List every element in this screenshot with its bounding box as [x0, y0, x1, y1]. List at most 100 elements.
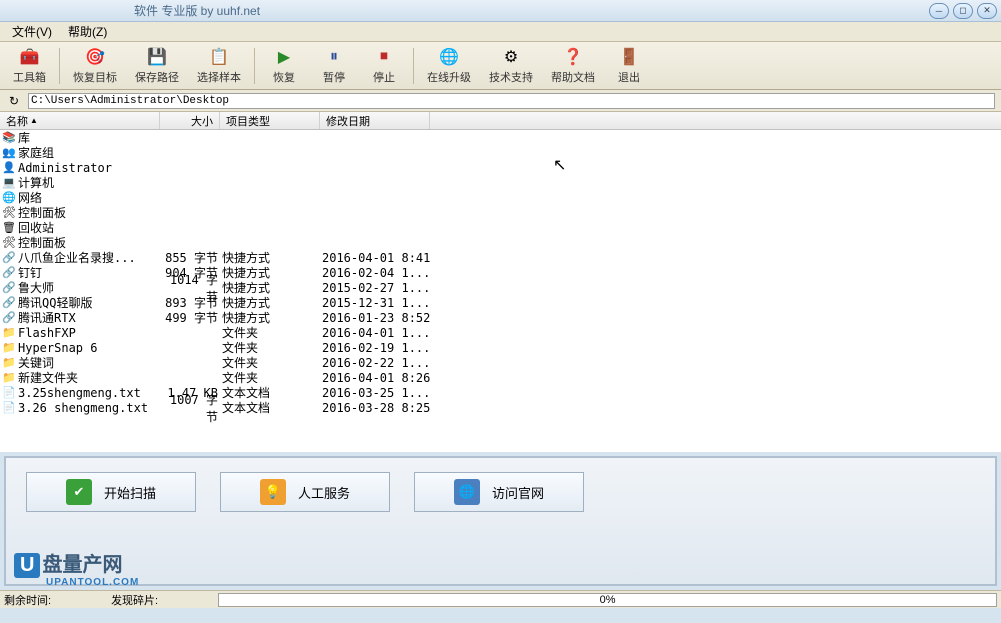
file-name: 腾讯通RTX — [18, 309, 162, 326]
file-date: 2016-03-25 1... — [322, 386, 432, 400]
file-icon: 📁 — [2, 356, 16, 370]
table-row[interactable]: 💻计算机 — [0, 175, 1001, 190]
visit-website-button[interactable]: 🌐 访问官网 — [414, 472, 584, 512]
file-icon: 🔗 — [2, 311, 16, 325]
progress-bar: 0% — [218, 593, 997, 607]
table-row[interactable]: 📁新建文件夹文件夹2016-04-01 8:26 — [0, 370, 1001, 385]
file-icon: 📄 — [2, 386, 16, 400]
remaining-label: 剩余时间: — [4, 592, 51, 608]
close-button[interactable]: ✕ — [977, 3, 997, 19]
pause-button[interactable]: ⏸ 暂停 — [309, 44, 359, 88]
globe-icon: 🌐 — [439, 47, 459, 67]
col-size[interactable]: 大小 — [160, 112, 220, 129]
gear-icon: ⚙ — [501, 47, 521, 67]
file-icon: 🛠 — [2, 206, 16, 220]
file-icon: 📁 — [2, 341, 16, 355]
file-name: 3.26 shengmeng.txt — [18, 401, 162, 415]
status-bar: 剩余时间: 发现碎片: 0% — [0, 590, 1001, 608]
file-type: 文本文档 — [222, 399, 322, 416]
file-icon: 👤 — [2, 161, 16, 175]
file-icon: 👥 — [2, 146, 16, 160]
file-name: Administrator — [18, 161, 162, 175]
table-row[interactable]: 🌐网络 — [0, 190, 1001, 205]
minimize-button[interactable]: ─ — [929, 3, 949, 19]
file-date: 2015-12-31 1... — [322, 296, 432, 310]
target-icon: 🎯 — [85, 47, 105, 67]
table-row[interactable]: 📄3.25shengmeng.txt1.47 KB文本文档2016-03-25 … — [0, 385, 1001, 400]
manual-service-button[interactable]: 💡 人工服务 — [220, 472, 390, 512]
col-name[interactable]: 名称▲ — [0, 112, 160, 129]
file-name: 新建文件夹 — [18, 369, 162, 386]
titlebar: 软件 专业版 by uuhf.net ─ ◻ ✕ — [0, 0, 1001, 22]
exit-icon: 🚪 — [619, 47, 639, 67]
table-row[interactable]: 🔗八爪鱼企业名录搜...855 字节快捷方式2016-04-01 8:41 — [0, 250, 1001, 265]
column-headers: 名称▲ 大小 项目类型 修改日期 — [0, 112, 1001, 130]
file-date: 2016-01-23 8:52 — [322, 311, 432, 325]
table-row[interactable]: 🔗腾讯通RTX499 字节快捷方式2016-01-23 8:52 — [0, 310, 1001, 325]
stop-icon: ⏹ — [374, 47, 394, 67]
table-row[interactable]: 🔗鲁大师1014 字节快捷方式2015-02-27 1... — [0, 280, 1001, 295]
help-icon: ❓ — [563, 47, 583, 67]
table-row[interactable]: 🔗腾讯QQ轻聊版893 字节快捷方式2015-12-31 1... — [0, 295, 1001, 310]
file-icon: 🛠 — [2, 236, 16, 250]
col-date[interactable]: 修改日期 — [320, 112, 430, 129]
stop-button[interactable]: ⏹ 停止 — [359, 44, 409, 88]
file-icon: 🔗 — [2, 251, 16, 265]
upgrade-button[interactable]: 🌐 在线升级 — [418, 44, 480, 88]
save-icon: 💾 — [147, 47, 167, 67]
table-row[interactable]: 🗑回收站 — [0, 220, 1001, 235]
brand-logo: U盘量产网 UPANTOOL.COM — [14, 548, 122, 578]
col-type[interactable]: 项目类型 — [220, 112, 320, 129]
table-row[interactable]: 👤Administrator — [0, 160, 1001, 175]
save-path-button[interactable]: 💾 保存路径 — [126, 44, 188, 88]
table-row[interactable]: 👥家庭组 — [0, 145, 1001, 160]
file-list[interactable]: 📚库👥家庭组👤Administrator💻计算机🌐网络🛠控制面板🗑回收站🛠控制面… — [0, 130, 1001, 452]
file-icon: 🔗 — [2, 296, 16, 310]
table-row[interactable]: 🛠控制面板 — [0, 235, 1001, 250]
file-name: FlashFXP — [18, 326, 162, 340]
help-doc-button[interactable]: ❓ 帮助文档 — [542, 44, 604, 88]
maximize-button[interactable]: ◻ — [953, 3, 973, 19]
refresh-button[interactable]: ↻ — [6, 93, 22, 109]
table-row[interactable]: 📁HyperSnap 6文件夹2016-02-19 1... — [0, 340, 1001, 355]
file-date: 2016-04-01 1... — [322, 326, 432, 340]
select-sample-button[interactable]: 📋 选择样本 — [188, 44, 250, 88]
sort-asc-icon: ▲ — [30, 116, 38, 125]
menu-help[interactable]: 帮助(Z) — [60, 21, 115, 42]
table-row[interactable]: 📚库 — [0, 130, 1001, 145]
file-date: 2016-04-01 8:41 — [322, 251, 432, 265]
bottom-panel: ✔ 开始扫描 💡 人工服务 🌐 访问官网 U盘量产网 UPANTOOL.COM — [4, 456, 997, 586]
file-date: 2016-04-01 8:26 — [322, 371, 432, 385]
toolbox-button[interactable]: 🧰 工具箱 — [4, 44, 55, 88]
toolbar: 🧰 工具箱 🎯 恢复目标 💾 保存路径 📋 选择样本 ▶ 恢复 ⏸ 暂停 ⏹ 停… — [0, 42, 1001, 90]
file-name: 家庭组 — [18, 144, 162, 161]
start-scan-button[interactable]: ✔ 开始扫描 — [26, 472, 196, 512]
file-size: 1007 字节 — [162, 391, 222, 425]
window-title: 软件 专业版 by uuhf.net — [4, 2, 260, 19]
file-date: 2016-02-04 1... — [322, 266, 432, 280]
table-row[interactable]: 📄3.26 shengmeng.txt1007 字节文本文档2016-03-28… — [0, 400, 1001, 415]
file-icon: 🗑 — [2, 221, 16, 235]
menu-file[interactable]: 文件(V) — [4, 21, 60, 42]
table-row[interactable]: 📁关键词文件夹2016-02-22 1... — [0, 355, 1001, 370]
web-icon: 🌐 — [454, 479, 480, 505]
address-input[interactable] — [28, 93, 995, 109]
file-icon: 🔗 — [2, 281, 16, 295]
check-icon: ✔ — [66, 479, 92, 505]
exit-button[interactable]: 🚪 退出 — [604, 44, 654, 88]
table-row[interactable]: 📁FlashFXP文件夹2016-04-01 1... — [0, 325, 1001, 340]
file-icon: 📚 — [2, 131, 16, 145]
table-row[interactable]: 🔗钉钉904 字节快捷方式2016-02-04 1... — [0, 265, 1001, 280]
play-icon: ▶ — [274, 47, 294, 67]
file-date: 2016-03-28 8:25 — [322, 401, 432, 415]
file-icon: 🔗 — [2, 266, 16, 280]
file-icon: 📁 — [2, 371, 16, 385]
recover-target-button[interactable]: 🎯 恢复目标 — [64, 44, 126, 88]
support-button[interactable]: ⚙ 技术支持 — [480, 44, 542, 88]
file-size: 499 字节 — [162, 309, 222, 326]
fragments-label: 发现碎片: — [111, 592, 158, 608]
table-row[interactable]: 🛠控制面板 — [0, 205, 1001, 220]
address-bar: ↻ — [0, 90, 1001, 112]
file-date: 2016-02-22 1... — [322, 356, 432, 370]
recover-button[interactable]: ▶ 恢复 — [259, 44, 309, 88]
